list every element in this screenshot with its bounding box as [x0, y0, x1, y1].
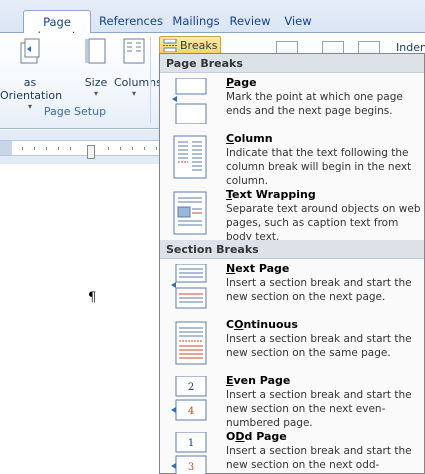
- menu-item-page[interactable]: Page Mark the point at which one page en…: [160, 74, 424, 130]
- group-separator: [150, 37, 151, 123]
- menu-item-column[interactable]: Column Indicate that the text following …: [160, 130, 424, 187]
- svg-text:2: 2: [188, 382, 194, 393]
- svg-text:3: 3: [188, 462, 194, 473]
- page-setup-group-label: Page Setup: [43, 105, 107, 118]
- breaks-icon: [163, 39, 177, 52]
- even-page-icon: 2 4: [171, 376, 207, 421]
- ruler-tick: [156, 147, 157, 150]
- columns-button[interactable]: Columns ▾: [114, 37, 162, 98]
- orientation-label: as Orientation: [0, 76, 63, 102]
- menu-item-title: ODd Page: [226, 430, 287, 443]
- page-breaks-header: Page Breaks: [160, 54, 424, 73]
- ruler-tick: [58, 147, 59, 150]
- ruler-tick: [144, 147, 145, 150]
- continuous-icon: [175, 321, 207, 365]
- tab-view[interactable]: View: [280, 10, 316, 33]
- horizontal-ruler[interactable]: [0, 140, 170, 159]
- menu-item-title: Text Wrapping: [226, 188, 316, 201]
- menu-item-text-wrapping[interactable]: Text Wrapping Separate text around objec…: [160, 186, 424, 243]
- columns-label: Columns: [114, 76, 162, 89]
- breaks-button[interactable]: Breaks ▾: [159, 36, 221, 64]
- chevron-down-icon: ▾: [93, 89, 98, 98]
- indent-marker[interactable]: [87, 145, 95, 159]
- menu-item-title: Page: [226, 76, 257, 89]
- next-page-icon: [171, 264, 207, 309]
- tab-review[interactable]: Review: [228, 10, 272, 33]
- menu-item-next-page[interactable]: Next Page Insert a section break and sta…: [160, 260, 424, 316]
- chevron-down-icon: ▾: [131, 89, 136, 98]
- ruler-tick: [120, 147, 121, 150]
- menu-item-title: Next Page: [226, 262, 290, 275]
- tab-page-layout[interactable]: Page Layout: [23, 10, 91, 43]
- menu-item-description: Insert a section break and start the new…: [226, 333, 412, 359]
- orientation-button[interactable]: as Orientation ▾: [0, 37, 63, 111]
- ruler-tick: [22, 147, 23, 150]
- size-button[interactable]: Size ▾: [79, 37, 113, 98]
- menu-item-title: COntinuous: [226, 318, 298, 331]
- menu-item-odd-page[interactable]: 1 3 ODd Page Insert a section break and …: [160, 428, 424, 474]
- ruler-tick: [108, 147, 109, 150]
- page-break-icon: [172, 78, 207, 124]
- tab-references[interactable]: References: [99, 10, 163, 33]
- menu-item-continuous[interactable]: COntinuous Insert a section break and st…: [160, 316, 424, 372]
- columns-icon: [123, 38, 145, 64]
- section-breaks-header: Section Breaks: [160, 240, 424, 259]
- size-label: Size: [84, 76, 108, 89]
- breaks-label: Breaks: [180, 39, 218, 52]
- menu-item-title: Even Page: [226, 374, 291, 387]
- ruler-tick: [46, 147, 47, 150]
- menu-item-title: Column: [226, 132, 273, 145]
- ruler-tick: [70, 147, 71, 150]
- column-break-icon: [173, 135, 207, 179]
- ruler-margin: [0, 141, 12, 155]
- ruler-tick: [34, 147, 35, 150]
- menu-item-description: Separate text around objects on web page…: [226, 203, 421, 243]
- menu-item-description: Insert a section break and start the new…: [226, 389, 412, 429]
- menu-item-description: Insert a section break and start the new…: [226, 277, 412, 303]
- breaks-dropdown-menu: Page Breaks Page Mark the point at which…: [159, 53, 425, 474]
- ruler-tick: [132, 147, 133, 150]
- svg-text:4: 4: [188, 406, 194, 417]
- menu-item-description: Insert a section break and start the new…: [226, 445, 412, 474]
- ribbon-tab-bar: Page Layout References Mailings Review V…: [0, 0, 425, 43]
- size-icon: [85, 38, 106, 64]
- svg-text:1: 1: [188, 438, 194, 449]
- menu-item-even-page[interactable]: 2 4 Even Page Insert a section break and…: [160, 372, 424, 429]
- menu-item-description: Indicate that the text following the col…: [226, 147, 412, 187]
- orientation-icon: [20, 38, 40, 64]
- paragraph-mark: ¶: [88, 290, 97, 305]
- odd-page-icon: 1 3: [171, 432, 207, 474]
- text-wrapping-icon: [173, 191, 207, 235]
- menu-item-description: Mark the point at which one page ends an…: [226, 91, 403, 117]
- tab-mailings[interactable]: Mailings: [170, 10, 222, 33]
